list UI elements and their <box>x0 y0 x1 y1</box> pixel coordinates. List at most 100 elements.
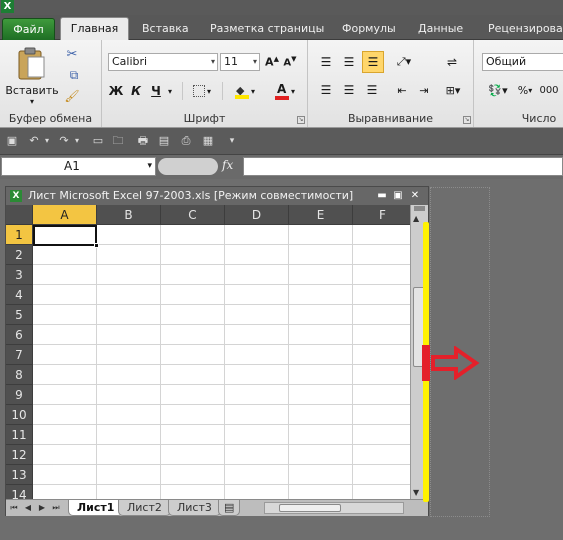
row-header-11[interactable]: 11 <box>6 425 33 445</box>
row-header-8[interactable]: 8 <box>6 365 33 385</box>
shrink-font-button[interactable]: A▼ <box>282 54 298 70</box>
tab-home[interactable]: Главная <box>60 17 129 41</box>
quick-print-button[interactable]: ⎙ <box>178 133 194 149</box>
font-color-icon: A <box>274 82 289 100</box>
align-center-button[interactable]: ☰ <box>339 80 359 100</box>
undo-button[interactable]: ↶ <box>26 133 42 149</box>
insert-function-icon[interactable]: fx <box>222 158 233 172</box>
column-header-d[interactable]: D <box>225 205 289 225</box>
customize-qat-button[interactable]: ▾ <box>224 133 240 149</box>
column-header-f[interactable]: F <box>353 205 410 225</box>
row-header-5[interactable]: 5 <box>6 305 33 325</box>
align-middle-button[interactable]: ☰ <box>339 52 359 72</box>
prev-sheet-icon[interactable]: ◀ <box>22 502 34 514</box>
row-header-4[interactable]: 4 <box>6 285 33 305</box>
font-name-dropdown[interactable]: Calibri ▾ <box>108 53 218 71</box>
sheet-tab-2[interactable]: Лист2 <box>118 500 171 516</box>
tab-formulas[interactable]: Формулы <box>342 18 396 40</box>
comma-style-button[interactable]: 000 <box>539 80 558 100</box>
decrease-indent-button[interactable]: ⇤ <box>392 80 412 100</box>
tab-review[interactable]: Рецензирова <box>488 18 563 40</box>
bold-button[interactable]: Ж <box>108 82 124 100</box>
row-header-3[interactable]: 3 <box>6 265 33 285</box>
sheet-tab-1[interactable]: Лист1 <box>68 500 124 516</box>
row-header-10[interactable]: 10 <box>6 405 33 425</box>
sheet-tab-3[interactable]: Лист3 <box>168 500 221 516</box>
align-left-button[interactable]: ☰ <box>316 80 336 100</box>
borders-button[interactable]: ▾ <box>188 82 216 100</box>
spreadsheet-grid[interactable]: ABCDEF 1 2 3 4 5 6 7 8 9 10 11 12 13 14 <box>6 205 410 499</box>
grow-font-button[interactable]: A▲ <box>264 54 280 70</box>
name-box[interactable]: A1 ▾ <box>1 157 156 176</box>
print-button[interactable]: 🖶 <box>135 133 151 149</box>
orientation-button[interactable]: ⤢▾ <box>392 52 416 72</box>
horizontal-scroll-thumb[interactable] <box>279 504 341 512</box>
tab-data[interactable]: Данные <box>418 18 463 40</box>
print-preview-button[interactable]: ▤ <box>156 133 172 149</box>
font-color-button[interactable]: A ▾ <box>268 80 302 102</box>
font-dialog-launcher[interactable]: ↘ <box>297 116 305 124</box>
underline-button[interactable]: Ч <box>148 82 164 100</box>
italic-button[interactable]: К <box>128 82 144 100</box>
scroll-down-arrow-icon[interactable]: ▼ <box>413 488 419 497</box>
redo-button[interactable]: ↷ <box>56 133 72 149</box>
workbook-title-bar[interactable]: X Лист Microsoft Excel 97-2003.xls [Режи… <box>6 187 428 205</box>
row-header-14[interactable]: 14 <box>6 485 33 499</box>
cut-button[interactable]: ✂ <box>63 46 81 62</box>
tab-file[interactable]: Файл <box>2 18 55 40</box>
last-sheet-icon[interactable]: ⏭ <box>50 502 62 514</box>
increase-indent-button[interactable]: ⇥ <box>414 80 434 100</box>
number-format-dropdown[interactable]: Общий <box>482 53 563 71</box>
column-header-c[interactable]: C <box>161 205 225 225</box>
percent-button[interactable]: % ▾ <box>514 80 536 100</box>
new-document-button[interactable]: ▭ <box>90 133 106 149</box>
copy-button[interactable]: ⧉ <box>63 67 85 83</box>
horizontal-scrollbar[interactable] <box>264 502 404 514</box>
paste-button[interactable]: Вставить ▾ <box>4 44 60 108</box>
row-header-2[interactable]: 2 <box>6 245 33 265</box>
undo-menu-arrow[interactable]: ▾ <box>42 133 52 149</box>
restore-button[interactable]: ▣ <box>391 187 405 205</box>
spelling-button[interactable]: ▦ <box>200 133 216 149</box>
alignment-dialog-launcher[interactable]: ↘ <box>463 116 471 124</box>
column-header-e[interactable]: E <box>289 205 353 225</box>
tab-insert[interactable]: Вставка <box>142 18 189 40</box>
row-header-9[interactable]: 9 <box>6 385 33 405</box>
fill-handle[interactable] <box>94 243 99 248</box>
scissors-icon: ✂ <box>66 46 78 62</box>
column-header-b[interactable]: B <box>97 205 161 225</box>
align-bottom-button[interactable]: ☰ <box>362 51 384 73</box>
close-button[interactable]: ✕ <box>408 187 422 205</box>
active-cell-a1[interactable] <box>33 225 97 246</box>
align-right-button[interactable]: ☰ <box>362 80 382 100</box>
column-header-a[interactable]: A <box>33 205 97 225</box>
row-header-6[interactable]: 6 <box>6 325 33 345</box>
insert-sheet-button[interactable]: ▤ <box>218 500 241 516</box>
row-header-7[interactable]: 7 <box>6 345 33 365</box>
format-painter-button[interactable]: 🖌 <box>63 88 81 104</box>
align-top-button[interactable]: ☰ <box>316 52 336 72</box>
redo-menu-arrow[interactable]: ▾ <box>72 133 82 149</box>
row-header-13[interactable]: 13 <box>6 465 33 485</box>
underline-menu-arrow[interactable]: ▾ <box>166 84 174 98</box>
tab-page-layout[interactable]: Разметка страницы <box>210 18 324 40</box>
wrap-text-button[interactable]: ⇌ <box>440 52 464 72</box>
number-group-label: Число <box>521 112 557 125</box>
currency-format-button[interactable]: 💱▾ <box>484 80 512 100</box>
minimize-button[interactable]: ▬ <box>375 187 389 205</box>
next-sheet-icon[interactable]: ▶ <box>36 502 48 514</box>
open-button[interactable]: 🗀 <box>110 133 126 149</box>
formula-input[interactable] <box>243 157 563 176</box>
select-all-corner[interactable] <box>6 205 33 225</box>
font-size-dropdown[interactable]: 11 ▾ <box>220 53 260 71</box>
scroll-up-arrow-icon[interactable]: ▲ <box>413 214 419 223</box>
fill-color-button[interactable]: ◆ ▾ <box>228 80 262 102</box>
row-header-12[interactable]: 12 <box>6 445 33 465</box>
save-button[interactable]: ▣ <box>4 133 20 149</box>
folder-icon: 🗀 <box>112 134 124 147</box>
split-handle[interactable] <box>414 206 425 211</box>
merge-center-button[interactable]: ⊞▾ <box>440 80 466 100</box>
first-sheet-icon[interactable]: ⏮ <box>8 502 20 514</box>
row-header-1[interactable]: 1 <box>6 225 33 245</box>
chevron-down-icon: ▾ <box>229 136 235 146</box>
